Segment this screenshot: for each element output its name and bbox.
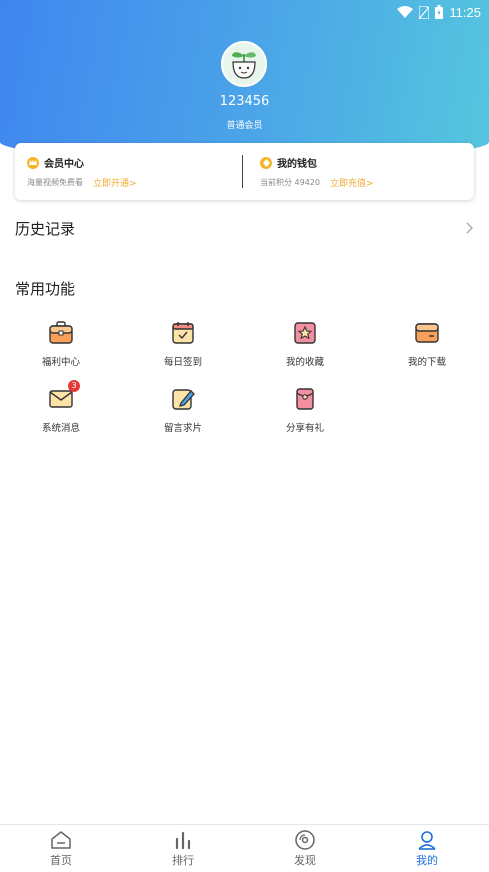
tab-ranking[interactable]: 排行 bbox=[122, 825, 244, 872]
tab-label: 我的 bbox=[416, 853, 438, 867]
function-item-checkin[interactable]: 每日签到 bbox=[122, 320, 244, 376]
tab-label: 排行 bbox=[172, 853, 194, 867]
function-label: 我的下载 bbox=[407, 357, 446, 368]
function-item-share[interactable]: 分享有礼 bbox=[244, 386, 366, 442]
vip-center-subtitle: 海量视频免费看 bbox=[27, 178, 83, 187]
no-sim-icon bbox=[419, 5, 430, 19]
points-balance: 当前积分 49420 bbox=[260, 178, 320, 187]
function-item-request-movie[interactable]: 留言求片 bbox=[122, 386, 244, 442]
history-label: 历史记录 bbox=[15, 219, 76, 238]
function-label: 每日签到 bbox=[163, 357, 202, 368]
bar-chart-icon bbox=[175, 831, 191, 849]
calendar-check-icon bbox=[170, 320, 196, 346]
function-item-favorites[interactable]: 我的收藏 bbox=[244, 320, 366, 376]
edit-note-icon bbox=[170, 386, 196, 412]
chevron-right-icon bbox=[466, 222, 473, 234]
wifi-icon bbox=[397, 6, 414, 18]
mail-icon: 3 bbox=[48, 380, 80, 412]
function-item-welfare[interactable]: 福利中心 bbox=[0, 320, 122, 376]
status-bar: 11:25 bbox=[397, 2, 481, 22]
clock: 11:25 bbox=[449, 4, 481, 20]
function-label: 系统消息 bbox=[41, 423, 80, 434]
recharge-link[interactable]: 立即充值> bbox=[330, 176, 374, 189]
wallet-title: 我的钱包 bbox=[277, 159, 317, 170]
user-icon bbox=[418, 830, 436, 850]
username: 123456 bbox=[219, 94, 270, 109]
membership-card: 会员中心 海量视频免费看 立即开通> 我的钱包 当前积分 49420 立即充值> bbox=[15, 143, 474, 200]
battery-icon bbox=[435, 5, 444, 19]
star-icon bbox=[292, 320, 318, 346]
function-label: 留言求片 bbox=[163, 423, 202, 434]
home-icon bbox=[51, 830, 71, 849]
function-item-downloads[interactable]: 我的下载 bbox=[366, 320, 488, 376]
member-level: 普通会员 bbox=[226, 121, 263, 131]
disc-icon bbox=[295, 829, 315, 850]
red-envelope-icon bbox=[292, 386, 318, 412]
history-row[interactable]: 历史记录 bbox=[15, 215, 474, 241]
crown-icon bbox=[27, 156, 39, 169]
download-folder-icon bbox=[414, 320, 440, 346]
avatar[interactable] bbox=[221, 41, 267, 87]
tab-mine[interactable]: 我的 bbox=[366, 825, 488, 872]
coin-icon bbox=[260, 156, 272, 169]
tab-home[interactable]: 首页 bbox=[0, 825, 122, 872]
function-label: 分享有礼 bbox=[285, 423, 324, 434]
vip-center-title: 会员中心 bbox=[44, 159, 84, 170]
tab-label: 发现 bbox=[294, 853, 316, 867]
function-item-messages[interactable]: 3 系统消息 bbox=[0, 380, 122, 442]
card-divider bbox=[242, 155, 243, 188]
tab-label: 首页 bbox=[50, 853, 72, 867]
functions-section-title: 常用功能 bbox=[15, 280, 76, 298]
sprout-avatar-icon bbox=[232, 52, 256, 79]
tab-discover[interactable]: 发现 bbox=[244, 825, 366, 872]
gift-box-icon bbox=[48, 320, 74, 346]
bottom-tab-bar: 首页 排行 发现 我的 bbox=[0, 824, 489, 872]
message-count-badge: 3 bbox=[68, 380, 80, 392]
function-label: 福利中心 bbox=[41, 357, 80, 368]
open-vip-link[interactable]: 立即开通> bbox=[93, 176, 137, 189]
function-label: 我的收藏 bbox=[285, 357, 324, 368]
